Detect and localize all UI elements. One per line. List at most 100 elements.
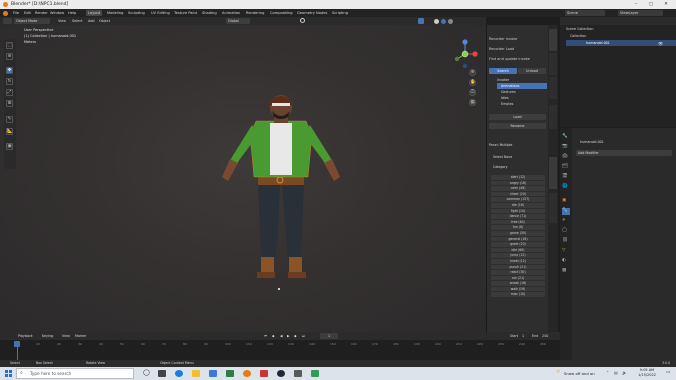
output-icon[interactable]: 🖨 <box>562 154 570 161</box>
network-icon[interactable]: ▤ <box>614 370 618 375</box>
measure-tool-icon[interactable]: 📐 <box>6 128 13 135</box>
edge-browser-icon[interactable] <box>175 370 183 377</box>
play-reverse-icon[interactable]: ◀ <box>280 332 283 340</box>
select-none-option[interactable]: Select None <box>493 155 512 159</box>
menu-playback[interactable]: Playback <box>18 332 33 340</box>
maximize-button[interactable]: ▢ <box>645 0 657 9</box>
tab-animation[interactable]: Animation <box>222 9 240 17</box>
camera-view-icon[interactable]: ⎚ <box>469 89 476 96</box>
minimize-button[interactable]: – <box>630 0 642 9</box>
rename-button[interactable]: Rename <box>489 123 546 129</box>
gizmo-toggle-icon[interactable] <box>418 18 424 24</box>
constraints-icon[interactable]: ⛓ <box>562 238 570 245</box>
blender-menu-icon[interactable] <box>3 10 8 16</box>
tab-rendering[interactable]: Rendering <box>246 9 264 17</box>
menu-window[interactable]: Window <box>50 9 64 17</box>
view-layer-selector[interactable]: ViewLayer <box>618 10 663 16</box>
menu-keying[interactable]: Keying <box>42 332 53 340</box>
blender-taskbar-icon[interactable] <box>243 370 251 377</box>
search-tab-button[interactable]: Search <box>489 68 517 74</box>
navigation-gizmo[interactable] <box>452 37 478 71</box>
render-icon[interactable]: 📷 <box>562 144 570 151</box>
rendered-shading-icon[interactable] <box>448 18 453 24</box>
menu-select[interactable]: Select <box>72 17 82 25</box>
recorder-load-label[interactable]: Recorder Load <box>489 47 545 54</box>
rotate-tool-icon[interactable]: ↻ <box>6 78 13 85</box>
timeline-ruler[interactable]: 0102030405060708090100110120130140150160… <box>0 341 560 349</box>
play-icon[interactable]: ▶ <box>287 332 290 340</box>
menu-timeline-view[interactable]: View <box>62 332 70 340</box>
pan-view-icon[interactable]: ✋ <box>469 79 476 86</box>
3d-viewport[interactable]: User Perspective (1) Collection | humano… <box>0 25 486 332</box>
menu-add[interactable]: Add <box>88 17 95 25</box>
tab-uv-editing[interactable]: UV Editing <box>151 9 170 17</box>
scene-icon[interactable]: 🎬 <box>562 174 570 181</box>
move-tool-icon[interactable]: ✥ <box>6 67 13 74</box>
weather-text[interactable]: Snow off and on <box>564 367 595 380</box>
end-frame-field[interactable]: 250 <box>542 332 548 340</box>
menu-edit[interactable]: Edit <box>24 9 31 17</box>
tab-tool[interactable] <box>549 53 557 75</box>
next-key-icon[interactable]: ◆ <box>294 332 297 340</box>
select-tool-icon[interactable]: ⬚ <box>6 42 13 49</box>
tab-shading[interactable]: Shading <box>202 9 217 17</box>
object-icon[interactable]: ▣ <box>562 198 570 205</box>
world-icon[interactable]: 🌐 <box>562 184 570 191</box>
menu-file[interactable]: File <box>13 9 19 17</box>
outliner-scene-collection[interactable]: Scene Collection <box>566 27 593 31</box>
taskbar-app2-icon[interactable] <box>260 370 268 377</box>
recorder-invoke-label[interactable]: Recorder Invoke <box>489 37 545 44</box>
prev-key-icon[interactable]: ◆ <box>272 332 275 340</box>
texture-icon[interactable]: ▩ <box>562 268 570 275</box>
steam-icon[interactable] <box>277 370 285 377</box>
tab-geometry-nodes[interactable]: Geometry Nodes <box>297 9 327 17</box>
taskbar-search-box[interactable]: ⌕ Type here to search <box>16 368 134 379</box>
data-icon[interactable]: ▽ <box>562 248 570 255</box>
tab-layout[interactable]: Layout <box>86 10 103 16</box>
menu-view[interactable]: View <box>58 17 66 25</box>
tab-item[interactable] <box>549 29 557 51</box>
annotate-tool-icon[interactable]: ✎ <box>6 116 13 123</box>
file-explorer-icon[interactable] <box>192 370 200 377</box>
modifier-icon[interactable]: 🔧 <box>562 208 570 215</box>
mail-icon[interactable] <box>226 370 234 377</box>
outliner-collection[interactable]: Collection <box>570 34 586 38</box>
store-icon[interactable] <box>209 370 217 377</box>
load-button[interactable]: Load <box>489 114 546 120</box>
zoom-view-icon[interactable]: ⊕ <box>469 69 476 76</box>
tab-sculpting[interactable]: Sculpting <box>128 9 145 17</box>
menu-object[interactable]: Object <box>99 17 110 25</box>
notification-icon[interactable]: ▭ <box>666 370 670 375</box>
menu-help[interactable]: Help <box>68 9 76 17</box>
current-frame-field[interactable]: 1 <box>320 333 338 339</box>
tab-view[interactable] <box>549 77 557 99</box>
add-cube-tool-icon[interactable]: ▣ <box>6 143 13 150</box>
menu-marker[interactable]: Marker <box>75 332 86 340</box>
physics-icon[interactable]: ◯ <box>562 228 570 235</box>
close-window-button[interactable]: ✕ <box>660 0 672 9</box>
find-update-label[interactable]: Find and update invoke <box>489 57 545 64</box>
tab-modeling[interactable]: Modeling <box>107 9 123 17</box>
tab-scripting[interactable]: Scripting <box>332 9 348 17</box>
tab-compositing[interactable]: Compositing <box>270 9 293 17</box>
solid-shading-icon[interactable] <box>434 18 439 24</box>
character-model[interactable] <box>200 87 360 287</box>
jump-end-icon[interactable]: ⏭ <box>302 332 305 340</box>
mode-selector[interactable]: Object Mode <box>14 18 50 24</box>
scene-selector[interactable]: Scene <box>565 10 605 16</box>
cursor-tool-icon[interactable]: ⊕ <box>6 53 13 60</box>
material-shading-icon[interactable] <box>441 18 446 24</box>
jump-start-icon[interactable]: ⏮ <box>264 332 267 340</box>
volume-icon[interactable]: 🔈 <box>622 370 627 375</box>
category-option[interactable]: Category <box>493 165 508 169</box>
material-icon[interactable]: ◐ <box>562 258 570 265</box>
unload-tab-button[interactable]: Unload <box>518 68 546 74</box>
editor-type-icon[interactable] <box>3 18 12 24</box>
menu-render[interactable]: Render <box>35 9 48 17</box>
start-frame-field[interactable]: 1 <box>522 332 524 340</box>
tree-item-emotes[interactable]: Emotes <box>497 101 547 107</box>
proportional-edit-icon[interactable] <box>300 18 305 23</box>
outliner-object-humanoid[interactable]: humanoid.001 <box>586 41 610 45</box>
tool-settings-icon[interactable]: 🔧 <box>562 134 570 141</box>
tray-arrow-icon[interactable]: ⌃ <box>606 370 609 375</box>
